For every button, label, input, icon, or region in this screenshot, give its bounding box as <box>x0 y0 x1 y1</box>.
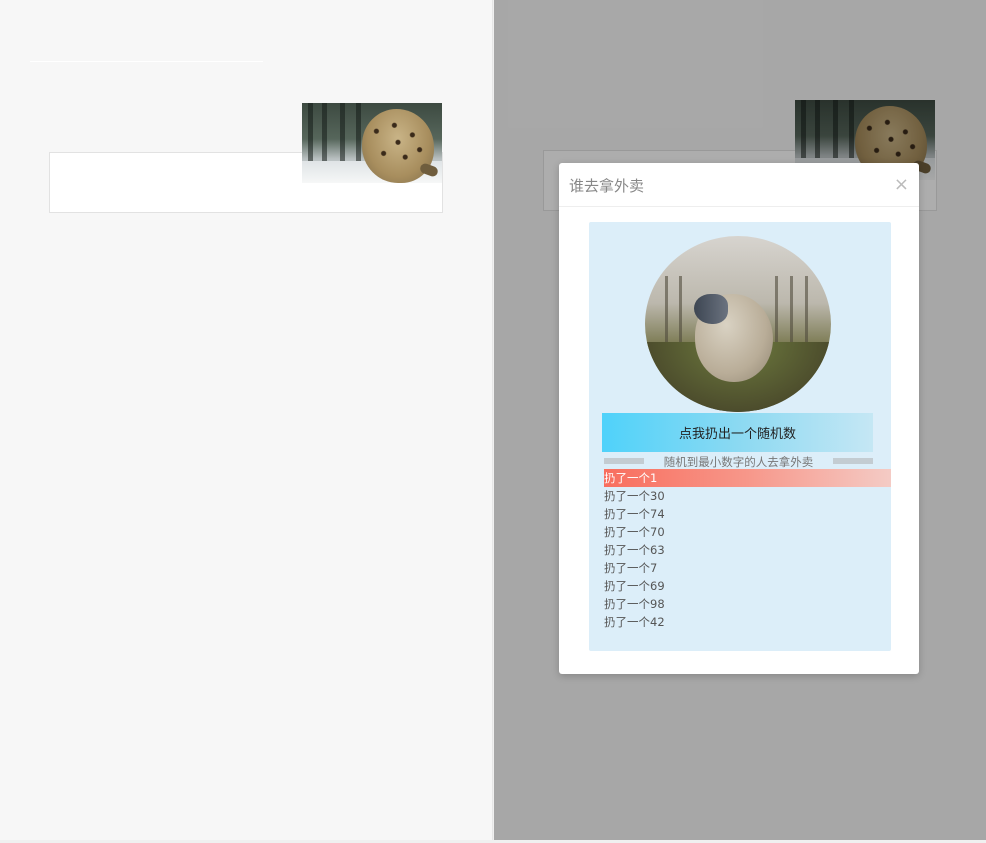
modal-header: 谁去拿外卖 × <box>559 163 919 207</box>
modal-title: 谁去拿外卖 <box>569 177 645 195</box>
hint-text: 随机到最小数字的人去拿外卖 <box>663 455 814 469</box>
takeout-modal: 谁去拿外卖 × 点我扔出一个随机数 随机到最小数字的人去拿外卖 扔了一个1 扔了… <box>559 163 919 674</box>
results-list: 扔了一个1 扔了一个30 扔了一个74 扔了一个70 扔了一个63 扔了一个7 … <box>604 469 891 631</box>
right-panel: 谁去拿外卖 × 点我扔出一个随机数 随机到最小数字的人去拿外卖 扔了一个1 扔了… <box>494 0 986 840</box>
result-item: 扔了一个63 <box>604 543 665 557</box>
divider-line <box>30 61 263 62</box>
result-item: 扔了一个98 <box>604 597 665 611</box>
result-item: 扔了一个74 <box>604 507 665 521</box>
close-icon[interactable]: × <box>894 174 909 195</box>
result-item: 扔了一个30 <box>604 489 665 503</box>
hint-row: 随机到最小数字的人去拿外卖 <box>604 455 873 469</box>
left-panel <box>0 0 493 840</box>
modal-body: 点我扔出一个随机数 随机到最小数字的人去拿外卖 扔了一个1 扔了一个30 扔了一… <box>589 222 891 651</box>
result-item: 扔了一个70 <box>604 525 665 539</box>
result-item: 扔了一个69 <box>604 579 665 593</box>
sheep-image <box>645 236 831 412</box>
roll-random-button[interactable]: 点我扔出一个随机数 <box>602 413 873 452</box>
result-item: 扔了一个42 <box>604 615 665 629</box>
leopard-image <box>302 103 442 183</box>
result-item: 扔了一个7 <box>604 561 658 575</box>
result-item-highlight: 扔了一个1 <box>604 469 891 487</box>
app-stage: 谁去拿外卖 × 点我扔出一个随机数 随机到最小数字的人去拿外卖 扔了一个1 扔了… <box>0 0 986 843</box>
